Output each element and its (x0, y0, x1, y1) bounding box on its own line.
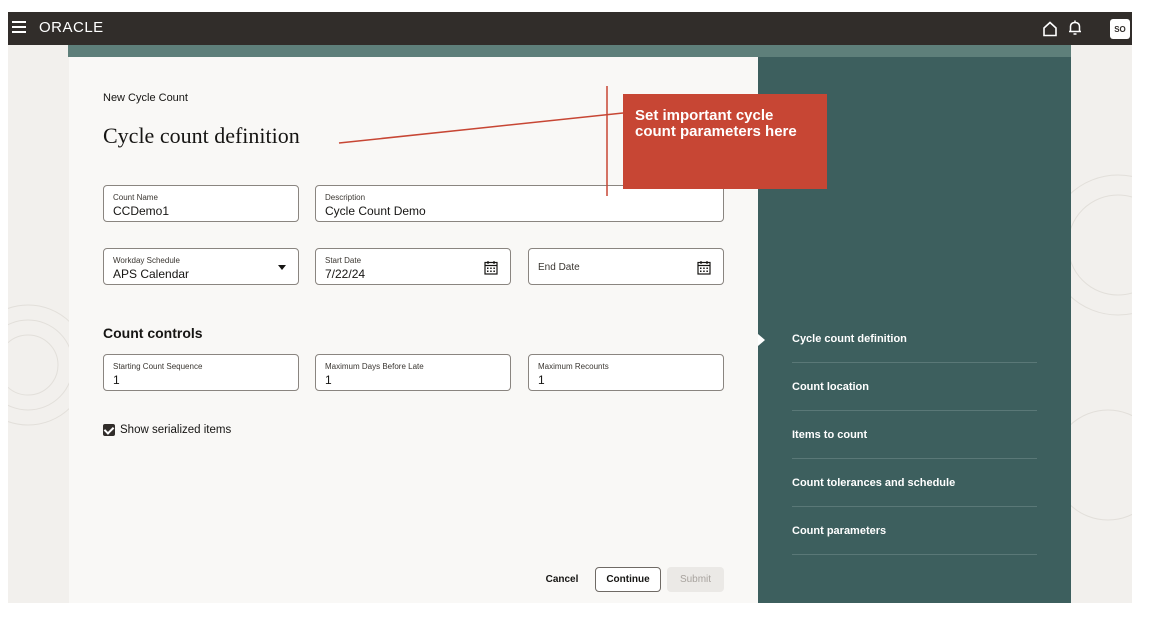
annotation-callout: Set important cycle count parameters her… (623, 94, 827, 189)
annotation-leader-line (338, 86, 624, 196)
